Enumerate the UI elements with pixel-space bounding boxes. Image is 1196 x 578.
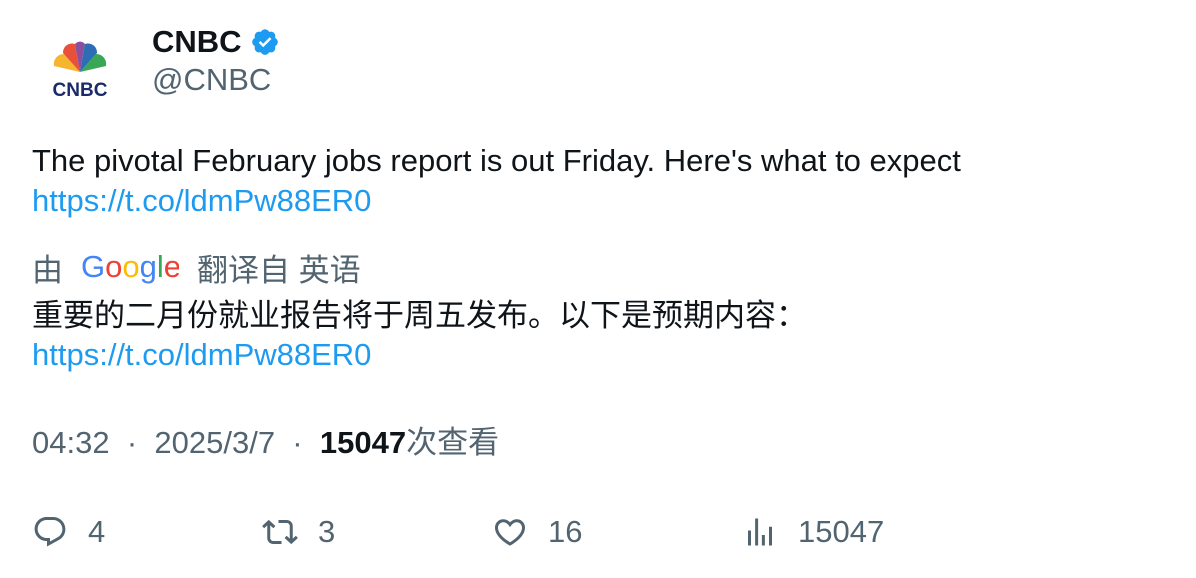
retweet-count: 3: [318, 514, 336, 549]
analytics-icon: [748, 518, 772, 546]
translation-suffix: 翻译自 英语: [197, 252, 361, 288]
like-count: 16: [548, 514, 583, 549]
tweet-time[interactable]: 04:32: [32, 425, 110, 460]
cnbc-peacock-logo-icon: CNBC: [53, 41, 108, 101]
google-logo-icon: Google: [81, 249, 179, 284]
heart-icon: [494, 519, 526, 546]
views-button[interactable]: 15047: [742, 511, 884, 553]
translated-text: 重要的二月份就业报告将于周五发布。以下是预期内容：: [32, 298, 807, 333]
author-name-row[interactable]: CNBC: [152, 22, 280, 62]
avatar[interactable]: CNBC: [40, 36, 120, 102]
reply-icon: [34, 517, 66, 547]
like-button[interactable]: 16: [492, 511, 582, 553]
translated-link[interactable]: https://t.co/ldmPw88ER0: [32, 335, 371, 375]
svg-text:CNBC: CNBC: [53, 80, 108, 101]
views-action-count: 15047: [798, 514, 885, 549]
meta-separator: ·: [118, 425, 146, 460]
verified-badge-icon: [251, 29, 278, 55]
tweet-meta: 04:32 · 2025/3/7 · 15047次查看: [32, 423, 499, 463]
meta-separator: ·: [283, 425, 312, 460]
tweet-text: The pivotal February jobs report is out …: [32, 143, 961, 178]
translation-attribution[interactable]: 由 Google 翻译自 英语: [32, 244, 361, 290]
views-label: 次查看: [406, 425, 500, 460]
tweet-link[interactable]: https://t.co/ldmPw88ER0: [32, 181, 371, 221]
retweet-icon: [262, 519, 298, 545]
retweet-button[interactable]: 3: [262, 511, 335, 553]
author-display-name[interactable]: CNBC: [152, 24, 242, 60]
svg-text:Google: Google: [81, 249, 179, 284]
translation-prefix: 由: [32, 252, 63, 288]
tweet-card: CNBC CNBC @CNBC The pivotal February job…: [0, 0, 1196, 578]
reply-count: 4: [88, 514, 106, 549]
views-count: 15047: [319, 425, 407, 460]
author-handle[interactable]: @CNBC: [152, 62, 271, 98]
reply-button[interactable]: 4: [32, 511, 105, 553]
tweet-date[interactable]: 2025/3/7: [154, 425, 275, 460]
